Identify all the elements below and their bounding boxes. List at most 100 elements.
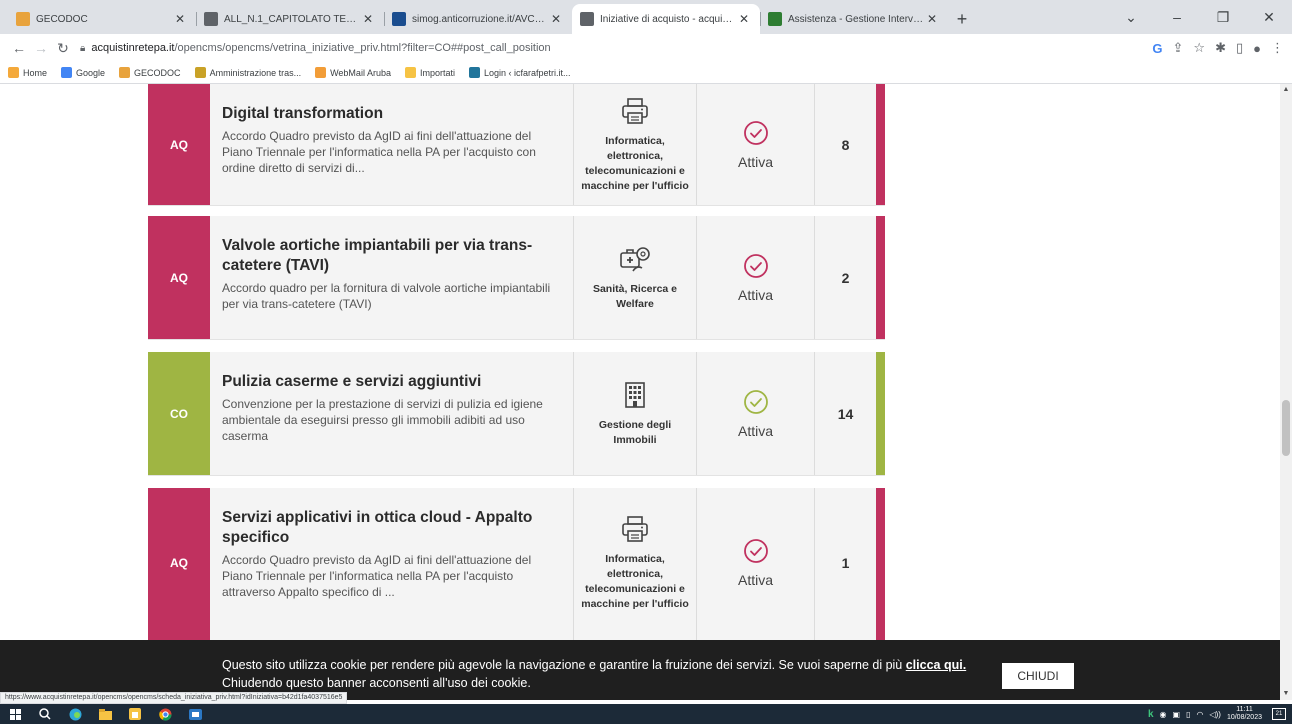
toolbar-actions: G ⇪ ☆ ✱ ▯ ● ⋮	[1152, 34, 1284, 62]
windows-taskbar: k ◉ ▣ ▯ ◠ ◁)) 11:11 10/08/2023 21	[0, 704, 1292, 724]
close-tab-icon[interactable]: ✕	[736, 12, 752, 26]
page-scrollbar[interactable]: ▲ ▼	[1280, 84, 1292, 700]
initiative-count: 2	[814, 216, 876, 339]
initiative-category: Sanità, Ricerca e Welfare	[573, 216, 696, 339]
browser-tab[interactable]: Iniziative di acquisto - acquistinrete✕	[572, 4, 760, 34]
tab-strip: GECODOC✕ALL_N.1_CAPITOLATO TECNICO_IC_✕s…	[0, 0, 1292, 34]
bookmark-item[interactable]: Home	[8, 67, 47, 78]
card-accent-bar	[876, 352, 885, 475]
initiative-title[interactable]: Servizi applicativi in ottica cloud - Ap…	[222, 508, 561, 548]
initiative-card[interactable]: AQ Valvole aortiche impiantabili per via …	[148, 216, 885, 340]
bookmark-label: Home	[23, 67, 48, 78]
bookmark-star-icon[interactable]: ☆	[1193, 40, 1205, 56]
kaspersky-icon[interactable]: k	[1148, 709, 1154, 720]
cookie-close-button[interactable]: CHIUDI	[1002, 663, 1074, 689]
scroll-up-arrow-icon[interactable]: ▲	[1280, 84, 1292, 96]
status-label: Attiva	[737, 571, 773, 588]
search-icon[interactable]	[30, 704, 60, 724]
initiative-description: Accordo Quadro previsto da AgID ai fini …	[222, 129, 536, 175]
tray-wifi-icon[interactable]: ◠	[1196, 710, 1203, 719]
initiative-card[interactable]: CO Pulizia caserme e servizi aggiuntivi Co…	[148, 352, 885, 476]
menu-kebab-icon[interactable]: ⋮	[1271, 40, 1284, 56]
new-tab-button[interactable]: +	[948, 4, 976, 34]
initiative-status: Attiva	[696, 352, 814, 475]
initiative-body: Digital transformation Accordo Quadro pre…	[210, 84, 573, 205]
category-label: Gestione degli Immobili	[598, 418, 672, 446]
initiative-type-badge: AQ	[148, 84, 210, 205]
maximize-button[interactable]: ❐	[1200, 0, 1246, 34]
initiative-title[interactable]: Valvole aortiche impiantabili per via tr…	[222, 236, 561, 276]
cookie-consent-text: Chiudendo questo banner acconsenti all'u…	[222, 676, 531, 690]
check-circle-icon	[743, 538, 768, 563]
tab-title: simog.anticorruzione.it/AVCP-Simog	[412, 13, 548, 25]
gecodoc-icon	[119, 67, 131, 78]
cookie-banner: Questo sito utilizza cookie per rendere …	[0, 640, 1280, 700]
minimize-button[interactable]: –	[1154, 0, 1200, 34]
bookmark-item[interactable]: Google	[61, 67, 105, 78]
address-bar[interactable]: 🔒︎ acquistinretepa.it/opencms/opencms/ve…	[80, 37, 1170, 59]
scroll-thumb[interactable]	[1282, 400, 1290, 456]
back-icon[interactable]: ←	[8, 40, 30, 56]
initiative-title[interactable]: Pulizia caserme e servizi aggiuntivi	[222, 372, 561, 392]
side-panel-icon[interactable]: ▯	[1236, 40, 1243, 56]
initiative-title[interactable]: Digital transformation	[222, 104, 561, 124]
tab-search-icon[interactable]: ⌄	[1108, 0, 1154, 34]
reload-icon[interactable]: ↻	[52, 40, 74, 57]
initiative-status: Attiva	[696, 84, 814, 205]
share-icon[interactable]: ⇪	[1173, 40, 1184, 56]
card-accent-bar	[876, 216, 885, 339]
initiative-type-badge: CO	[148, 352, 210, 475]
gecodoc-app-icon[interactable]	[180, 704, 210, 724]
mail-icon	[315, 67, 327, 78]
lock-icon[interactable]: 🔒︎	[80, 43, 85, 54]
bookmark-item[interactable]: GECODOC	[119, 67, 181, 78]
cookie-message: Questo sito utilizza cookie per rendere …	[222, 656, 982, 692]
browser-tab[interactable]: Assistenza - Gestione Interventi PNI✕	[760, 4, 948, 34]
file-explorer-icon[interactable]	[90, 704, 120, 724]
windows-start-icon[interactable]	[0, 704, 30, 724]
initiative-count: 1	[814, 488, 876, 637]
initiative-body: Servizi applicativi in ottica cloud - Ap…	[210, 488, 573, 637]
browser-tab[interactable]: ALL_N.1_CAPITOLATO TECNICO_IC_✕	[196, 4, 384, 34]
close-tab-icon[interactable]: ✕	[172, 12, 188, 26]
notification-center-icon[interactable]: 21	[1272, 708, 1286, 720]
google-icon	[61, 67, 73, 78]
chrome-icon[interactable]	[150, 704, 180, 724]
initiative-type-badge: AQ	[148, 216, 210, 339]
bookmark-item[interactable]: WebMail Aruba	[315, 67, 391, 78]
cookie-info-link[interactable]: clicca qui.	[906, 658, 966, 672]
tab-title: Assistenza - Gestione Interventi PNI	[788, 13, 924, 25]
bookmark-label: Login ‹ icfarafpetri.it...	[483, 67, 571, 78]
browser-tab[interactable]: GECODOC ✕	[8, 4, 196, 34]
close-window-button[interactable]: ✕	[1246, 0, 1292, 34]
initiative-description: Convenzione per la prestazione di serviz…	[222, 397, 543, 443]
bookmark-item[interactable]: Importati	[404, 67, 455, 78]
extensions-icon[interactable]: ✱	[1215, 40, 1226, 56]
tray-network-icon[interactable]: ▣	[1173, 710, 1181, 719]
bookmark-label: GECODOC	[134, 67, 181, 78]
google-lens-icon[interactable]: G	[1152, 41, 1162, 56]
tray-volume-icon[interactable]: ◁))	[1209, 710, 1220, 719]
card-accent-bar	[876, 488, 885, 637]
initiative-card[interactable]: AQ Digital transformation Accordo Quadro p…	[148, 84, 885, 206]
edge-browser-icon[interactable]	[60, 704, 90, 724]
profile-avatar[interactable]: ●	[1253, 41, 1261, 56]
close-tab-icon[interactable]: ✕	[924, 12, 940, 26]
tray-battery-icon[interactable]: ▯	[1186, 710, 1190, 719]
bookmark-item[interactable]: Login ‹ icfarafpetri.it...	[468, 67, 571, 78]
window-controls: ⌄ – ❐ ✕	[1108, 0, 1292, 34]
tray-app-icon[interactable]: ◉	[1160, 710, 1167, 719]
initiative-card[interactable]: AQ Servizi applicativi in ottica cloud - …	[148, 488, 885, 638]
close-tab-icon[interactable]: ✕	[360, 12, 376, 26]
folder-icon	[404, 67, 416, 78]
browser-tab[interactable]: simog.anticorruzione.it/AVCP-Simog✕	[384, 4, 572, 34]
calendar-app-icon[interactable]	[120, 704, 150, 724]
forward-icon[interactable]: →	[30, 40, 52, 56]
system-clock[interactable]: 11:11 10/08/2023	[1227, 706, 1262, 722]
bookmark-item[interactable]: Amministrazione tras...	[194, 67, 301, 78]
tab-title: GECODOC	[36, 13, 88, 25]
close-tab-icon[interactable]: ✕	[548, 12, 564, 26]
category-label: Informatica, elettronica, telecomunicazi…	[581, 134, 689, 192]
bookmarks-bar: Home Google GECODOC Amministrazione tras...…	[0, 62, 1292, 84]
scroll-down-arrow-icon[interactable]: ▼	[1280, 688, 1292, 700]
